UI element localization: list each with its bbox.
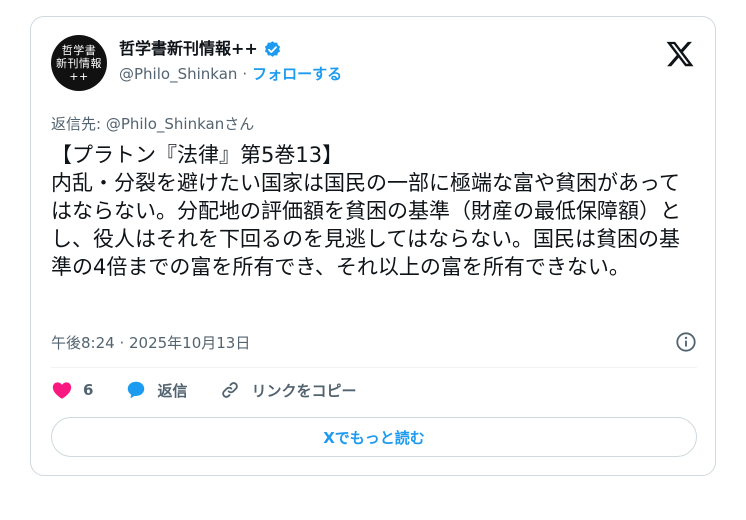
copy-link-button[interactable]: リンクをコピー	[219, 379, 356, 401]
timestamp-row: 午後8:24 · 2025年10月13日	[51, 331, 697, 353]
reply-button[interactable]: 返信	[125, 379, 187, 401]
info-icon[interactable]	[675, 331, 697, 353]
link-icon	[222, 382, 239, 398]
avatar-line-1: 哲学書	[61, 43, 97, 57]
divider	[51, 367, 697, 368]
reply-to-line: 返信先: @Philo_Shinkanさん	[51, 115, 255, 133]
like-button[interactable]: 6	[51, 379, 93, 401]
avatar-line-2: 新刊情報	[56, 56, 102, 70]
name-row: 哲学書新刊情報++	[119, 37, 342, 61]
action-bar: 6 返信 リンクをコピー	[51, 379, 388, 401]
avatar-line-3: ++	[69, 69, 89, 83]
separator: ·	[242, 65, 248, 83]
heart-icon	[52, 382, 72, 399]
copy-link-label: リンクをコピー	[251, 381, 357, 400]
tweet-card: 哲学書 新刊情報 ++ 哲学書新刊情報++ @Philo_Shinkan · フ…	[30, 16, 716, 476]
author-block: 哲学書新刊情報++ @Philo_Shinkan · フォローする	[119, 37, 342, 85]
reply-label: 返信	[157, 381, 188, 400]
reply-bubble-icon	[128, 381, 145, 399]
x-logo-icon[interactable]	[665, 39, 695, 69]
avatar[interactable]: 哲学書 新刊情報 ++	[51, 35, 107, 91]
timestamp[interactable]: 午後8:24 · 2025年10月13日	[51, 332, 250, 353]
like-count: 6	[83, 381, 94, 399]
read-more-button[interactable]: Xでもっと読む	[51, 417, 697, 457]
follow-button[interactable]: フォローする	[252, 63, 342, 85]
display-name[interactable]: 哲学書新刊情報++	[119, 37, 258, 61]
handle-row: @Philo_Shinkan · フォローする	[119, 63, 342, 85]
verified-badge-icon	[264, 40, 280, 57]
handle[interactable]: @Philo_Shinkan	[119, 63, 237, 85]
tweet-text: 【プラトン『法律』第5巻13】 内乱・分裂を避けたい国家は国民の一部に極端な富や…	[51, 143, 681, 279]
